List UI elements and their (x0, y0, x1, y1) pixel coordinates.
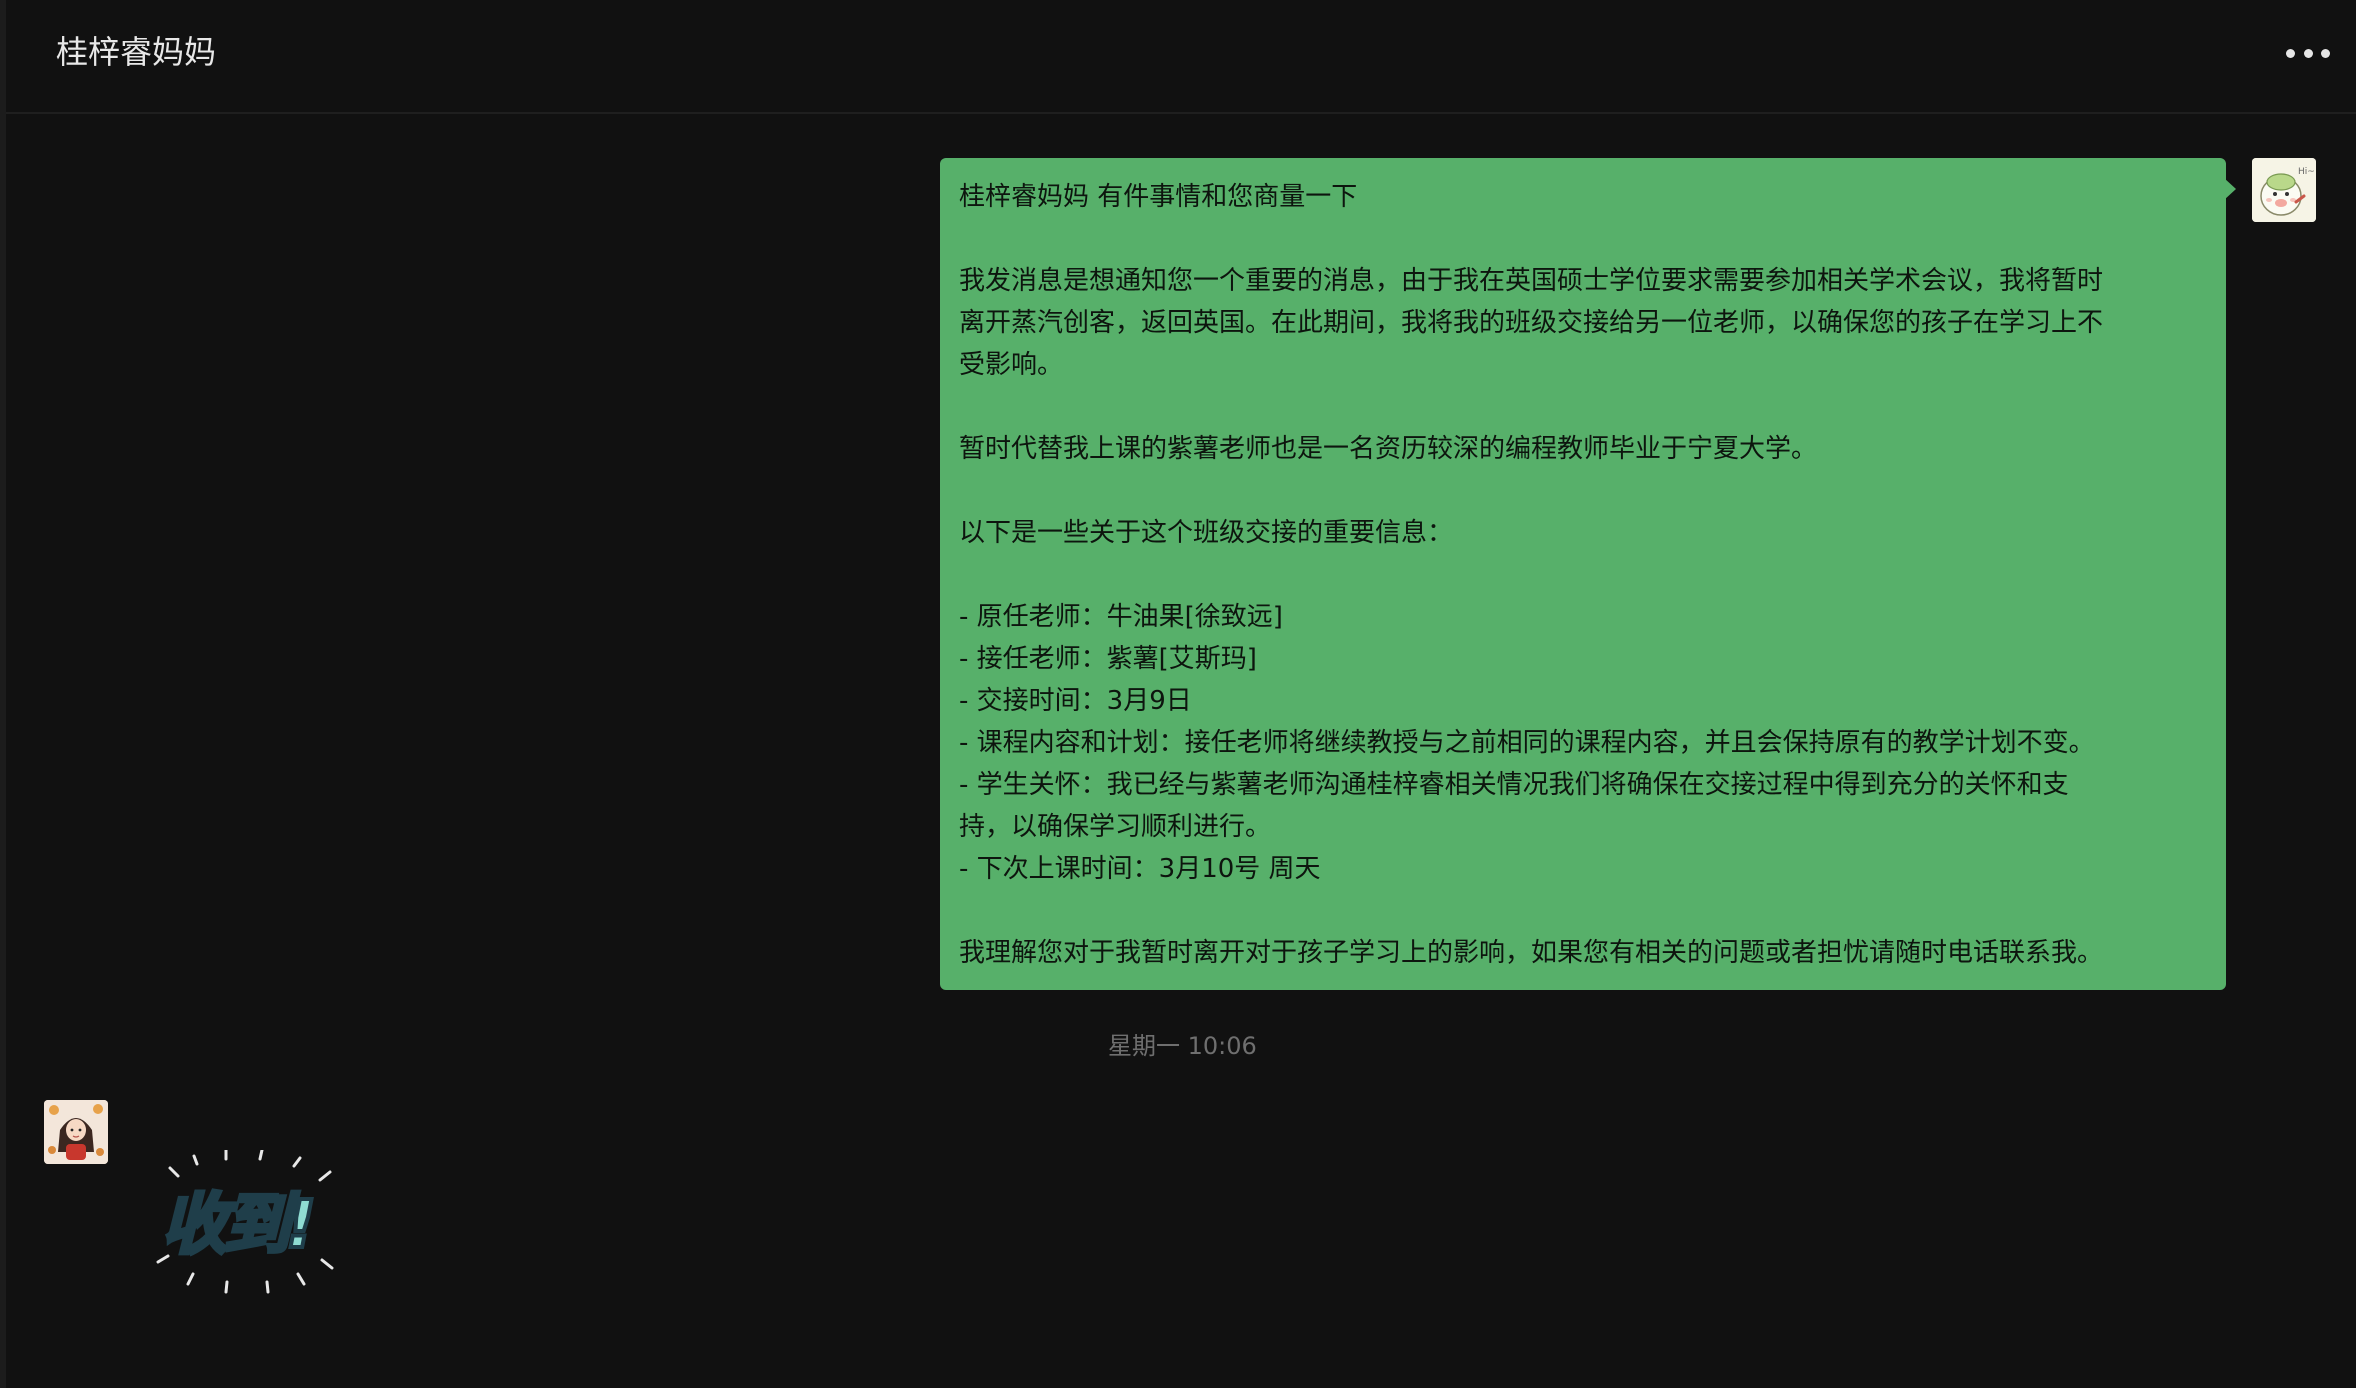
more-horizontal-icon-dot (2321, 48, 2330, 58)
message-blank-line (959, 890, 2212, 932)
illustrated-girl-avatar-icon (44, 1100, 108, 1164)
message-blank-line (959, 386, 2212, 428)
more-horizontal-icon (2286, 48, 2295, 58)
message-blank-line (959, 470, 2212, 512)
message-blank-line (959, 554, 2212, 596)
message-line: 持，以确保学习顺利进行。 (959, 812, 1272, 842)
svg-text:Hi~: Hi~ (2298, 167, 2315, 177)
more-options-button[interactable] (2286, 36, 2330, 70)
more-horizontal-icon-dot (2303, 48, 2313, 58)
chat-header: 桂梓睿妈妈 (6, 0, 2356, 114)
window-left-edge (0, 0, 6, 1388)
message-line: 桂梓睿妈妈 有件事情和您商量一下 (959, 182, 1358, 212)
message-line: 受影响。 (959, 350, 1064, 380)
sticker-text: 收到! (160, 1184, 318, 1265)
chat-window: 桂梓睿妈妈 桂梓睿妈妈 有件事情和您商量一下我发消息是想通知您一个重要的消息，由… (0, 0, 2356, 1388)
message-timestamp: 星期一 10:06 (1108, 1032, 1257, 1060)
message-line: - 课程内容和计划：接任老师将继续教授与之前相同的课程内容，并且会保持原有的教学… (959, 728, 2095, 758)
cartoon-avatar-icon: Hi~ (2252, 158, 2316, 222)
chat-title: 桂梓睿妈妈 (56, 33, 217, 71)
received-sticker[interactable]: 收到! (150, 1150, 350, 1300)
message-line: - 交接时间：3月9日 (959, 686, 1192, 716)
message-line: 我发消息是想通知您一个重要的消息，由于我在英国硕士学位要求需要参加相关学术会议，… (959, 266, 2104, 296)
message-line: - 接任老师：紫薯[艾斯玛] (959, 644, 1257, 674)
message-line: - 学生关怀：我已经与紫薯老师沟通桂梓睿相关情况我们将确保在交接过程中得到充分的… (959, 770, 2069, 800)
message-line: - 原任老师：牛油果[徐致远] (959, 602, 1283, 632)
contact-avatar[interactable] (44, 1100, 108, 1164)
outgoing-message-bubble[interactable]: 桂梓睿妈妈 有件事情和您商量一下我发消息是想通知您一个重要的消息，由于我在英国硕… (940, 158, 2226, 990)
message-blank-line (959, 218, 2212, 260)
message-line: - 下次上课时间：3月10号 周天 (959, 854, 1321, 884)
message-line: 以下是一些关于这个班级交接的重要信息： (959, 518, 1454, 548)
message-line: 暂时代替我上课的紫薯老师也是一名资历较深的编程教师毕业于宁夏大学。 (959, 434, 1818, 464)
message-text: 桂梓睿妈妈 有件事情和您商量一下我发消息是想通知您一个重要的消息，由于我在英国硕… (959, 176, 2212, 974)
my-avatar[interactable]: Hi~ (2252, 158, 2316, 222)
bubble-tail (2224, 178, 2236, 200)
message-line: 离开蒸汽创客，返回英国。在此期间，我将我的班级交接给另一位老师，以确保您的孩子在… (959, 308, 2104, 338)
message-line: 我理解您对于我暂时离开对于孩子学习上的影响，如果您有相关的问题或者担忧请随时电话… (959, 938, 2104, 968)
